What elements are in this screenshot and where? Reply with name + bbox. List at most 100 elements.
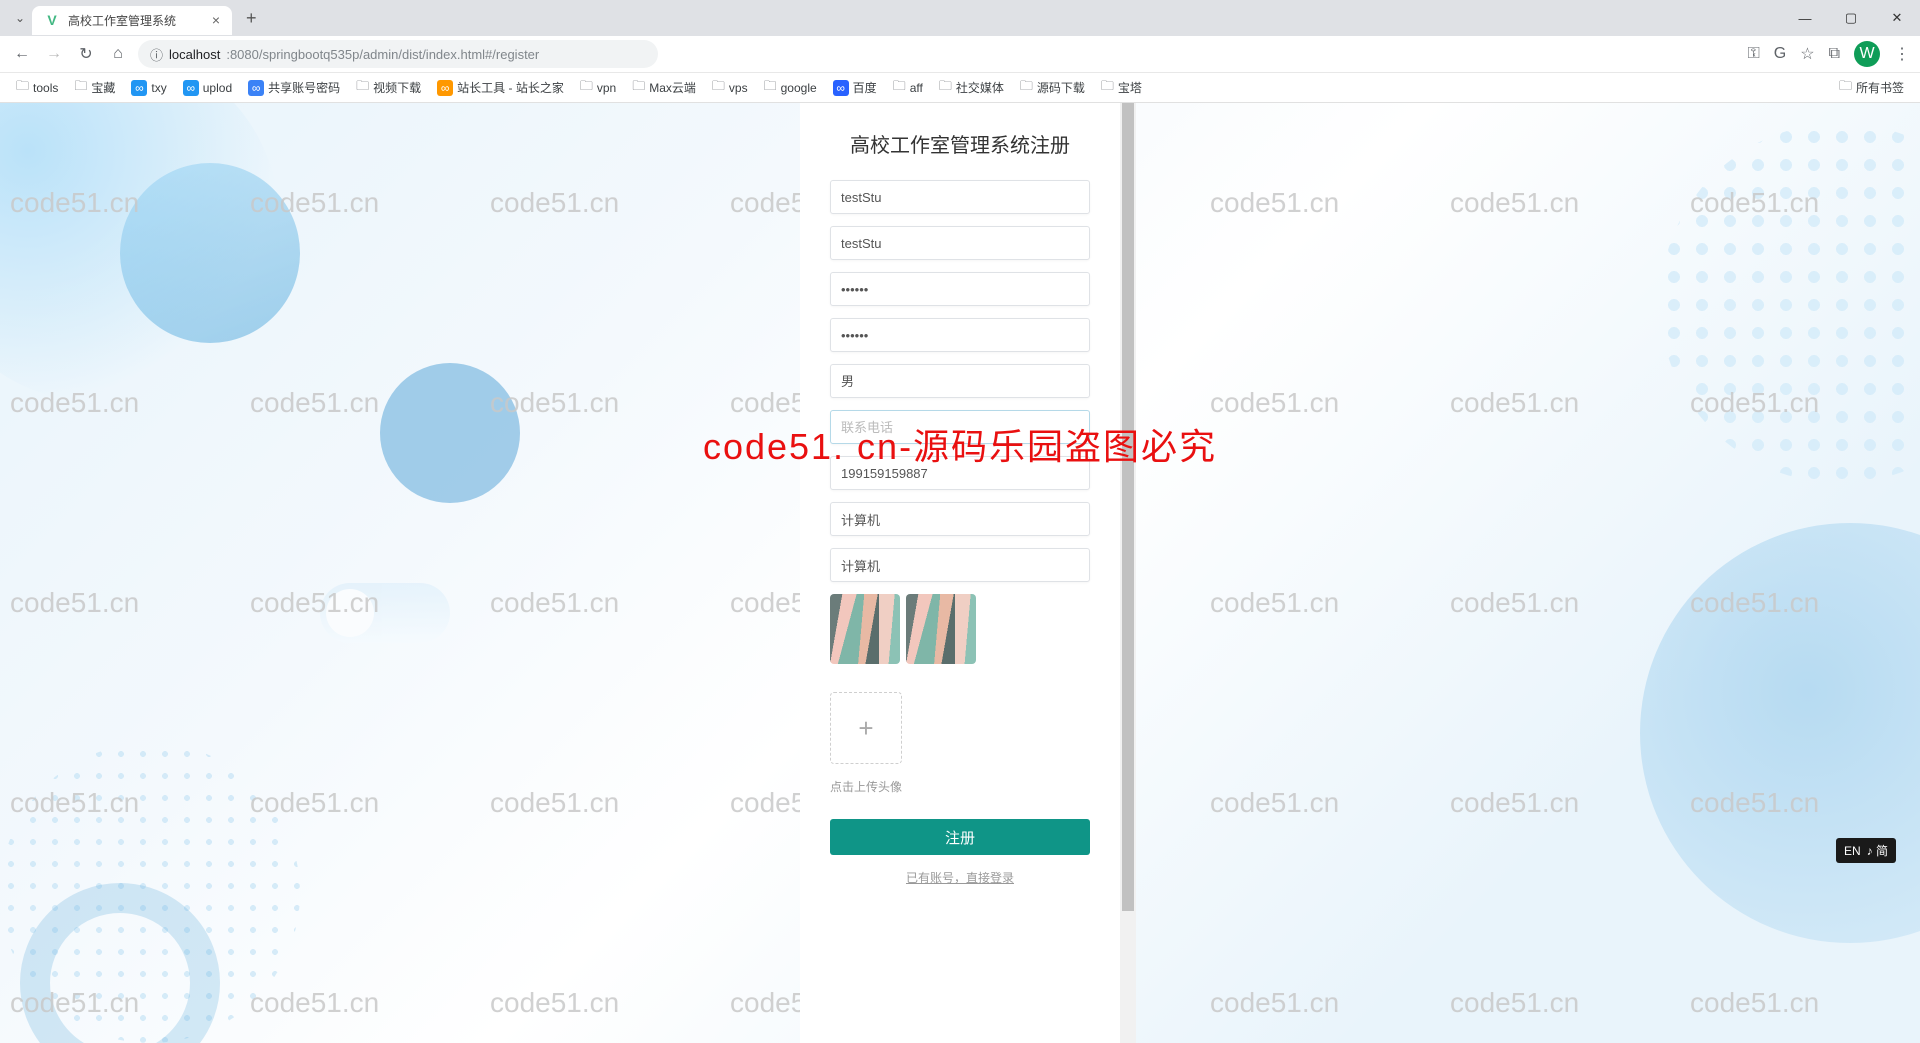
bookmark-item[interactable]: 🗀 aff — [887, 75, 929, 101]
favicon-icon: ∞ — [131, 80, 147, 96]
google-search-icon[interactable]: G — [1774, 45, 1786, 63]
idno-input[interactable] — [841, 457, 1079, 489]
favicon-icon: ∞ — [437, 80, 453, 96]
major-input[interactable] — [841, 549, 1079, 581]
browser-chrome: ⌄ V 高校工作室管理系统 × + — ▢ ✕ ← → ↻ ⌂ ⓘ localh… — [0, 0, 1920, 103]
folder-icon: 🗀 — [712, 77, 725, 99]
bookmark-label: google — [781, 81, 817, 95]
password-input[interactable] — [841, 273, 1079, 305]
minimize-button[interactable]: — — [1782, 0, 1828, 36]
scrollbar-thumb[interactable] — [1122, 103, 1134, 911]
password-key-icon[interactable]: ⚿ — [1748, 45, 1760, 63]
bookmark-label: 站长工具 - 站长之家 — [457, 79, 564, 96]
window-controls: — ▢ ✕ — [1782, 0, 1920, 36]
login-link[interactable]: 已有账号，直接登录 — [830, 869, 1090, 886]
department-input[interactable] — [841, 503, 1079, 535]
watermark-text: code51.cn — [1440, 587, 1579, 619]
tab-title: 高校工作室管理系统 — [68, 12, 176, 29]
folder-icon: 🗀 — [1020, 77, 1033, 99]
bookmark-label: 宝藏 — [91, 79, 115, 96]
page-viewport: code51.cn code51.cn code51.cn code51.cn code… — [0, 103, 1920, 1043]
all-bookmarks-button[interactable]: 🗀 所有书签 — [1833, 75, 1910, 101]
watermark-text: code51.cn — [0, 587, 139, 619]
bookmark-item[interactable]: ∞ uplod — [177, 78, 238, 98]
bookmark-item[interactable]: 🗀社交媒体 — [933, 75, 1010, 101]
site-info-icon[interactable]: ⓘ — [150, 45, 163, 64]
browser-tab[interactable]: V 高校工作室管理系统 × — [32, 6, 232, 35]
preview-image[interactable] — [906, 594, 976, 664]
preview-image[interactable] — [830, 594, 900, 664]
kebab-menu-icon[interactable]: ⋮ — [1894, 44, 1910, 64]
bookmark-item[interactable]: 🗀宝塔 — [1095, 75, 1148, 101]
folder-icon: 🗀 — [893, 77, 906, 99]
bookmark-label: 宝塔 — [1118, 79, 1142, 96]
username-input[interactable] — [841, 181, 1079, 213]
confirm-password-field[interactable] — [830, 318, 1090, 352]
bookmark-label: tools — [33, 81, 58, 95]
bookmark-item[interactable]: ∞站长工具 - 站长之家 — [431, 77, 570, 98]
nickname-input[interactable] — [841, 227, 1079, 259]
close-window-button[interactable]: ✕ — [1874, 0, 1920, 36]
folder-icon: 🗀 — [1101, 77, 1114, 99]
phone-field[interactable] — [830, 410, 1090, 444]
url-path: :8080/springbootq535p/admin/dist/index.h… — [226, 47, 539, 62]
bg-decoration — [120, 163, 300, 343]
scrollbar-track[interactable] — [1120, 103, 1136, 1043]
major-field[interactable] — [830, 548, 1090, 582]
tab-bar: ⌄ V 高校工作室管理系统 × + — ▢ ✕ — [0, 0, 1920, 36]
profile-avatar[interactable]: W — [1854, 41, 1880, 67]
bg-decoration — [1640, 523, 1920, 943]
avatar-upload-box[interactable]: + — [830, 692, 902, 764]
bookmark-item[interactable]: ∞百度 — [827, 77, 883, 98]
folder-icon: 🗀 — [939, 77, 952, 99]
watermark-text: code51.cn — [240, 387, 379, 419]
bookmark-item[interactable]: 🗀tools — [10, 75, 64, 101]
bg-decoration — [1660, 123, 1920, 483]
nickname-field[interactable] — [830, 226, 1090, 260]
tab-close-icon[interactable]: × — [212, 12, 220, 28]
bookmark-label: uplod — [203, 81, 232, 95]
plus-icon: + — [858, 713, 873, 744]
bookmark-item[interactable]: 🗀源码下载 — [1014, 75, 1091, 101]
bookmark-item[interactable]: 🗀视频下载 — [350, 75, 427, 101]
watermark-text: code51.cn — [1680, 987, 1819, 1019]
url-input[interactable]: ⓘ localhost:8080/springbootq535p/admin/d… — [138, 40, 658, 68]
phone-input[interactable] — [841, 411, 1079, 443]
bookmark-item[interactable]: 🗀vpn — [574, 75, 622, 101]
register-panel: 高校工作室管理系统注册 男 — [800, 103, 1120, 1043]
bookmark-item[interactable]: 🗀vps — [706, 75, 754, 101]
username-field[interactable] — [830, 180, 1090, 214]
bookmark-label: 所有书签 — [1856, 79, 1904, 96]
bookmark-item[interactable]: ∞txy — [125, 78, 172, 98]
department-field[interactable] — [830, 502, 1090, 536]
bookmark-label: aff — [910, 81, 923, 95]
confirm-password-input[interactable] — [841, 319, 1079, 351]
favicon-icon: ∞ — [833, 80, 849, 96]
bookmark-item[interactable]: 🗀google — [758, 75, 823, 101]
password-field[interactable] — [830, 272, 1090, 306]
forward-button[interactable]: → — [42, 45, 66, 63]
new-tab-button[interactable]: + — [240, 8, 263, 29]
ime-indicator[interactable]: EN ♪ 简 — [1836, 838, 1896, 863]
bookmarks-bar: 🗀tools🗀宝藏∞txy∞uplod∞共享账号密码🗀视频下载∞站长工具 - 站… — [0, 72, 1920, 102]
bookmark-label: 视频下载 — [373, 79, 421, 96]
watermark-text: code51.cn — [1440, 187, 1579, 219]
reload-button[interactable]: ↻ — [74, 44, 98, 64]
bookmark-label: 源码下载 — [1037, 79, 1085, 96]
gender-select[interactable]: 男 — [841, 365, 1079, 397]
maximize-button[interactable]: ▢ — [1828, 0, 1874, 36]
home-button[interactable]: ⌂ — [106, 45, 130, 63]
bookmark-star-icon[interactable]: ☆ — [1800, 44, 1814, 64]
bookmark-item[interactable]: 🗀Max云端 — [626, 75, 702, 101]
folder-icon: 🗀 — [356, 77, 369, 99]
back-button[interactable]: ← — [10, 45, 34, 63]
gender-field[interactable]: 男 — [830, 364, 1090, 398]
favicon-icon: ∞ — [183, 80, 199, 96]
idno-field[interactable] — [830, 456, 1090, 490]
extensions-icon[interactable]: ⧉ — [1829, 45, 1840, 63]
register-button[interactable]: 注册 — [830, 819, 1090, 855]
watermark-text: code51.cn — [1200, 787, 1339, 819]
bookmark-item[interactable]: 🗀宝藏 — [68, 75, 121, 101]
tab-list-dropdown[interactable]: ⌄ — [8, 11, 32, 25]
bookmark-item[interactable]: ∞共享账号密码 — [242, 77, 346, 98]
